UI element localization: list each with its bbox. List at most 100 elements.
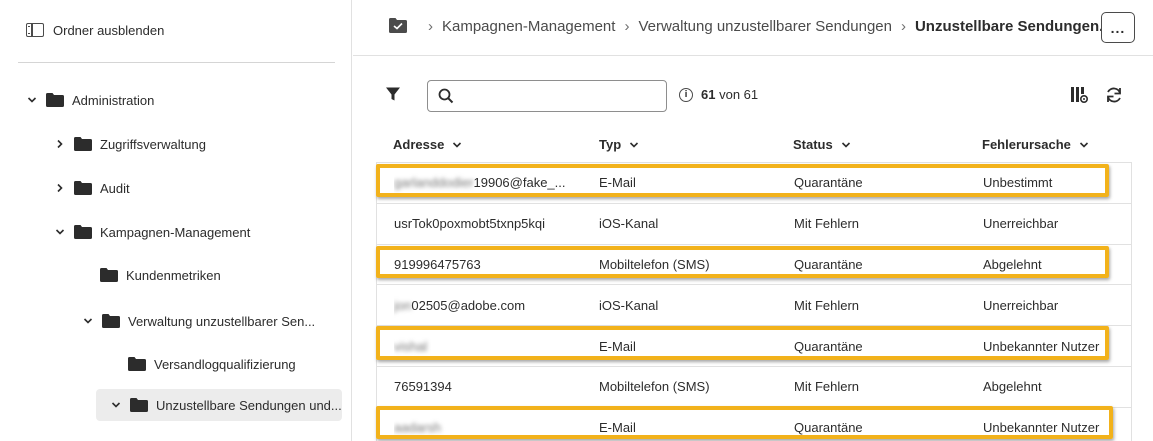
table-row[interactable]: garlanddodier 19906@fake_... E-Mail Quara…: [377, 163, 1131, 204]
type-cell: Mobiltelefon (SMS): [599, 379, 710, 395]
type-cell: Mobiltelefon (SMS): [599, 256, 710, 272]
chevron-right-icon[interactable]: [54, 138, 66, 150]
table-row[interactable]: 76591394 Mobiltelefon (SMS) Mit Fehlern …: [377, 367, 1131, 408]
folder-open-icon[interactable]: [389, 18, 407, 33]
folder-icon: [100, 268, 118, 282]
filter-icon[interactable]: [385, 86, 401, 102]
status-cell: Mit Fehlern: [794, 379, 860, 395]
hide-folders-button[interactable]: Ordner ausblenden: [26, 20, 164, 40]
address-cell: 919996475763: [394, 245, 579, 285]
chevron-down-icon[interactable]: [110, 399, 122, 411]
tree-item-zugriffsverwaltung[interactable]: Zugriffsverwaltung: [54, 128, 206, 160]
tree-item-verwaltung-unzustellbarer[interactable]: Verwaltung unzustellbarer Sen...: [82, 305, 315, 337]
address-cell: garlanddodier 19906@fake_...: [394, 163, 579, 203]
more-actions-button[interactable]: ...: [1101, 12, 1135, 43]
chevron-down-icon[interactable]: [54, 226, 66, 238]
table-row[interactable]: 919996475763 Mobiltelefon (SMS) Quarantä…: [377, 245, 1131, 286]
breadcrumb: › Kampagnen-Management › Verwaltung unzu…: [419, 18, 1112, 35]
tree-item-label: Zugriffsverwaltung: [100, 136, 206, 152]
refresh-icon[interactable]: [1104, 85, 1124, 105]
chevron-down-icon[interactable]: [26, 94, 38, 106]
panel-toggle-icon: [26, 23, 44, 37]
type-cell: iOS-Kanal: [599, 216, 659, 232]
divider: [18, 62, 335, 63]
tree-item-label: Kundenmetriken: [126, 267, 221, 283]
search-icon: [438, 88, 454, 104]
chevron-down-icon[interactable]: [82, 315, 94, 327]
tree-item-label: Administration: [72, 92, 155, 108]
column-header-label: Adresse: [393, 137, 445, 152]
chevron-right-icon: ›: [624, 18, 630, 35]
tree-item-label: Versandlogqualifizierung: [154, 356, 296, 372]
folder-icon: [74, 225, 92, 239]
table-body: garlanddodier 19906@fake_... E-Mail Quara…: [376, 162, 1132, 441]
type-cell: iOS-Kanal: [599, 297, 659, 313]
type-cell: E-Mail: [599, 420, 636, 436]
count-shown: 61: [701, 87, 716, 102]
address-text: usrTok0poxmobt5txnp5kqi: [394, 216, 546, 232]
blurred-address: aadarsh: [394, 420, 441, 436]
status-cell: Mit Fehlern: [794, 216, 860, 232]
table-row[interactable]: jon 02505@adobe.com iOS-Kanal Mit Fehlern…: [377, 285, 1131, 327]
error-cause-cell: Abgelehnt: [983, 379, 1042, 395]
column-header-type[interactable]: Typ: [599, 137, 639, 152]
address-text: 919996475763: [394, 256, 481, 272]
folder-icon: [74, 137, 92, 151]
info-icon[interactable]: i: [679, 87, 693, 102]
table-row[interactable]: aadarsh E-Mail Quarantäne Unbekannter Nu…: [377, 408, 1131, 441]
tree-item-audit[interactable]: Audit: [54, 172, 130, 204]
status-cell: Quarantäne: [794, 420, 863, 436]
chevron-down-icon: [453, 141, 462, 148]
folder-icon: [46, 93, 64, 107]
error-cause-cell: Unbekannter Nutzer: [983, 420, 1100, 436]
chevron-down-icon: [630, 141, 639, 148]
tree-item-label: Unzustellbare Sendungen und...: [156, 397, 342, 413]
tree-item-unzustellbare-sendungen[interactable]: Unzustellbare Sendungen und...: [96, 389, 342, 421]
folder-icon: [130, 398, 148, 412]
chevron-right-icon: ›: [428, 18, 433, 35]
table-row[interactable]: vishal E-Mail Quarantäne Unbekannter Nut…: [377, 326, 1131, 367]
result-count: i 61 von 61: [679, 87, 758, 102]
column-settings-icon[interactable]: [1069, 85, 1089, 105]
main-content: › Kampagnen-Management › Verwaltung unzu…: [353, 0, 1153, 441]
error-cause-cell: Unbestimmt: [983, 175, 1053, 191]
chevron-right-icon: ›: [900, 18, 906, 35]
folder-icon: [74, 181, 92, 195]
address-cell: vishal: [394, 326, 579, 366]
address-cell: aadarsh: [394, 408, 579, 441]
address-text: 19906@fake_...: [473, 175, 566, 191]
error-cause-cell: Unbekannter Nutzer: [983, 338, 1100, 354]
column-header-status[interactable]: Status: [793, 137, 851, 152]
address-text: 02505@adobe.com: [411, 297, 526, 313]
error-cause-cell: Unerreichbar: [983, 216, 1059, 232]
chevron-down-icon: [1079, 141, 1088, 148]
error-cause-cell: Abgelehnt: [983, 256, 1042, 272]
hide-folders-label: Ordner ausblenden: [53, 22, 165, 38]
tree-item-versandlogqualifizierung[interactable]: Versandlogqualifizierung: [128, 348, 296, 380]
column-header-address[interactable]: Adresse: [393, 137, 462, 152]
search-field[interactable]: [427, 80, 667, 112]
address-cell: usrTok0poxmobt5txnp5kqi: [394, 204, 579, 244]
chevron-down-icon: [841, 141, 850, 148]
header: › Kampagnen-Management › Verwaltung unzu…: [353, 0, 1153, 56]
tree-item-label: Verwaltung unzustellbarer Sen...: [128, 313, 316, 329]
breadcrumb-item[interactable]: Kampagnen-Management: [442, 18, 615, 35]
breadcrumb-item[interactable]: Verwaltung unzustellbarer Sendungen: [638, 18, 892, 35]
column-header-error-cause[interactable]: Fehlerursache: [982, 137, 1089, 152]
chevron-right-icon[interactable]: [54, 182, 66, 194]
breadcrumb-current: Unzustellbare Sendungen...: [914, 18, 1112, 35]
status-cell: Quarantäne: [794, 175, 863, 191]
tree-item-kundenmetriken[interactable]: Kundenmetriken: [100, 259, 221, 291]
status-cell: Quarantäne: [794, 338, 863, 354]
status-cell: Quarantäne: [794, 256, 863, 272]
search-input[interactable]: [462, 85, 658, 107]
column-header-label: Status: [793, 137, 833, 152]
tree-item-administration[interactable]: Administration: [26, 84, 154, 116]
blurred-address: garlanddodier: [394, 175, 474, 191]
type-cell: E-Mail: [599, 338, 636, 354]
count-total: von 61: [719, 87, 759, 102]
status-cell: Mit Fehlern: [794, 297, 860, 313]
table-row[interactable]: usrTok0poxmobt5txnp5kqi iOS-Kanal Mit Fe…: [377, 204, 1131, 245]
tree-item-kampagnen-management[interactable]: Kampagnen-Management: [54, 216, 250, 248]
folder-icon: [102, 314, 120, 328]
